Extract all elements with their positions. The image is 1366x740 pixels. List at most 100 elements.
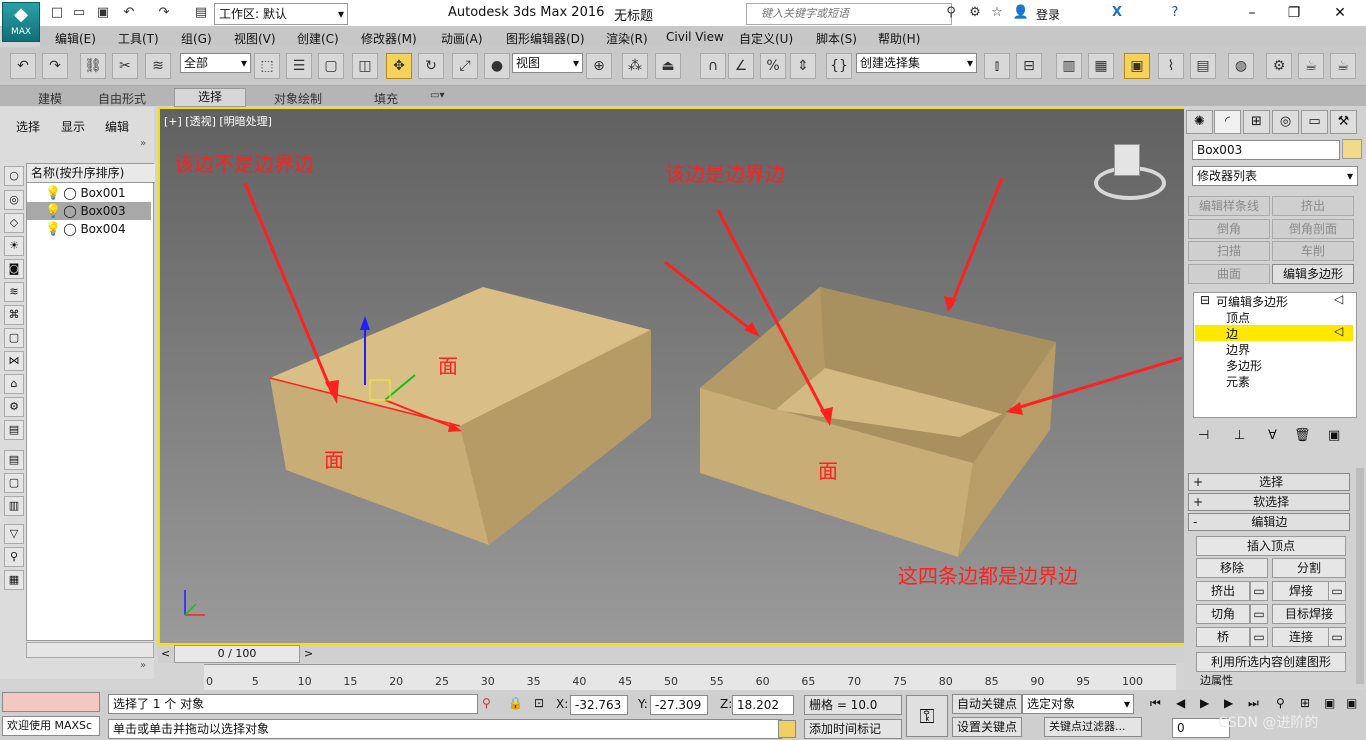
- maxscript-listener[interactable]: [2, 692, 100, 712]
- stack-vertex[interactable]: 顶点: [1226, 309, 1250, 326]
- timeline-tick-label: 45: [618, 675, 633, 688]
- collapse-icon[interactable]: ⊟: [1200, 293, 1210, 307]
- timeline-tick-label: 90: [1030, 675, 1045, 688]
- bridge-settings-icon[interactable]: ▭: [1250, 627, 1268, 647]
- chamfer-settings-icon[interactable]: ▭: [1250, 604, 1268, 624]
- split-button[interactable]: 分割: [1272, 558, 1346, 578]
- configure-modifier-sets-icon[interactable]: ▣: [1328, 428, 1340, 443]
- add-time-tag-button[interactable]: 添加时间标记: [804, 719, 902, 739]
- bridge-button[interactable]: 桥: [1196, 627, 1250, 647]
- time-prev-icon[interactable]: <: [161, 647, 170, 660]
- viewcube[interactable]: [1090, 140, 1166, 200]
- modifier-bevel-profile-button[interactable]: 倒角剖面: [1272, 219, 1354, 239]
- rollout-selection[interactable]: + 选择: [1188, 473, 1350, 491]
- time-next-icon[interactable]: >: [304, 647, 313, 660]
- set-key-button[interactable]: 设置关键点: [952, 717, 1022, 737]
- watermark: CSDN @进阶的: [1218, 715, 1319, 731]
- absolute-mode-icon[interactable]: ⊡: [534, 696, 544, 710]
- timeline-tick-label: 0: [206, 675, 213, 688]
- create-tab-icon[interactable]: ✺: [1186, 110, 1213, 134]
- x-coordinate-field[interactable]: -32.763: [570, 695, 628, 715]
- zoom-icon[interactable]: ⚲: [1276, 696, 1285, 710]
- modifier-list-dropdown[interactable]: 修改器列表 ▾: [1192, 166, 1358, 186]
- timeline-tick-label: 70: [847, 675, 862, 688]
- connect-button[interactable]: 连接: [1272, 627, 1330, 647]
- utilities-tab-icon[interactable]: ⚒: [1330, 110, 1357, 134]
- zoom-all-icon[interactable]: ⊞: [1300, 696, 1310, 710]
- connect-settings-icon[interactable]: ▭: [1328, 627, 1346, 647]
- stack-element[interactable]: 元素: [1226, 373, 1250, 390]
- remove-button[interactable]: 移除: [1196, 558, 1268, 578]
- x-label: X:: [556, 697, 569, 711]
- y-coordinate-field[interactable]: -27.309: [650, 695, 708, 715]
- annotation-arrow: [243, 182, 335, 396]
- extrude-button[interactable]: 挤出: [1196, 581, 1250, 601]
- display-tab-icon[interactable]: ▭: [1301, 110, 1328, 134]
- timeline-tick-label: 15: [343, 675, 358, 688]
- annotation-arrowhead: [744, 322, 760, 337]
- object-color-swatch[interactable]: [1342, 139, 1362, 159]
- show-end-result-icon[interactable]: ⊥: [1234, 428, 1245, 443]
- time-slider[interactable]: 0 / 100: [174, 645, 300, 663]
- modifier-lathe-button[interactable]: 车削: [1272, 241, 1354, 261]
- next-frame-icon[interactable]: ▶: [1224, 696, 1233, 710]
- modifier-edit-spline-button[interactable]: 编辑样条线: [1188, 196, 1270, 216]
- isolate-selection-icon[interactable]: ⚲: [482, 696, 491, 710]
- go-to-end-icon[interactable]: ⏭: [1248, 696, 1259, 711]
- rollout-label: 软选择: [1253, 495, 1290, 509]
- time-tag-icon[interactable]: [778, 720, 796, 738]
- previous-frame-icon[interactable]: ◀: [1176, 696, 1185, 710]
- pin-stack-icon[interactable]: ⊣: [1198, 428, 1209, 443]
- object-name-field[interactable]: Box003: [1192, 140, 1340, 160]
- timeline-tick-label: 80: [938, 675, 953, 688]
- play-icon[interactable]: ▶: [1200, 696, 1209, 710]
- extrude-settings-icon[interactable]: ▭: [1250, 581, 1268, 601]
- auto-key-button[interactable]: 自动关键点: [952, 694, 1022, 714]
- motion-tab-icon[interactable]: ◎: [1272, 110, 1299, 134]
- annotation-not-border: 该边不是边界边: [174, 152, 314, 176]
- modifier-sweep-button[interactable]: 扫描: [1188, 241, 1270, 261]
- modify-tab-icon[interactable]: ◜: [1214, 110, 1241, 134]
- zoom-extents-icon[interactable]: ▣: [1324, 696, 1335, 710]
- weld-settings-icon[interactable]: ▭: [1328, 581, 1346, 601]
- insert-vertex-button[interactable]: 插入顶点: [1196, 536, 1346, 556]
- pin-triangle-icon: ◁: [1334, 292, 1344, 306]
- z-coordinate-field[interactable]: 18.202: [732, 695, 794, 715]
- timeline-tick-label: 25: [435, 675, 449, 688]
- timeline-tick-label: 75: [893, 675, 907, 688]
- annotation-face: 面: [438, 354, 458, 378]
- rollout-soft-selection[interactable]: + 软选择: [1188, 493, 1350, 511]
- modifier-extrude-button[interactable]: 挤出: [1272, 196, 1354, 216]
- hierarchy-tab-icon[interactable]: ⊞: [1243, 110, 1270, 134]
- key-selection-dropdown[interactable]: 选定对象 ▾: [1022, 694, 1134, 714]
- create-shape-button[interactable]: 利用所选内容创建图形: [1196, 652, 1346, 672]
- modifier-stack: [1193, 292, 1357, 418]
- axis-tripod-y: [184, 603, 197, 616]
- timeline-tick-label: 40: [572, 675, 587, 688]
- key-filters-button[interactable]: 关键点过滤器...: [1044, 717, 1142, 737]
- selection-lock-icon[interactable]: 🔒: [508, 696, 523, 710]
- rollout-edit-edges[interactable]: - 编辑边: [1188, 513, 1350, 531]
- command-panel-scrollbar[interactable]: [1356, 468, 1364, 684]
- stack-border[interactable]: 边界: [1226, 341, 1250, 358]
- modifier-bevel-button[interactable]: 倒角: [1188, 219, 1270, 239]
- maxscript-mini-listener[interactable]: 欢迎使用 MAXSc: [2, 716, 100, 736]
- stack-edge[interactable]: 边: [1226, 325, 1238, 342]
- go-to-start-icon[interactable]: ⏮: [1150, 696, 1161, 711]
- scene-geometry: [184, 177, 1183, 616]
- remove-modifier-icon[interactable]: 🗑: [1294, 428, 1311, 443]
- stack-editable-poly[interactable]: 可编辑多边形: [1216, 293, 1288, 310]
- chamfer-button[interactable]: 切角: [1196, 604, 1250, 624]
- timeline-tick-label: 30: [480, 675, 495, 688]
- set-key-icon[interactable]: ⚿: [906, 695, 948, 737]
- modifier-list-label: 修改器列表: [1197, 169, 1258, 183]
- modifier-edit-poly-button[interactable]: 编辑多边形: [1272, 264, 1354, 284]
- modifier-surface-button[interactable]: 曲面: [1188, 264, 1270, 284]
- target-weld-button[interactable]: 目标焊接: [1272, 604, 1346, 624]
- stack-polygon[interactable]: 多边形: [1226, 357, 1262, 374]
- key-selection-label: 选定对象: [1027, 697, 1076, 711]
- make-unique-icon[interactable]: ∀: [1268, 428, 1277, 443]
- timeline-tick-label: 10: [297, 675, 312, 688]
- weld-button[interactable]: 焊接: [1272, 581, 1330, 601]
- zoom-extents-all-icon[interactable]: ▣: [1346, 696, 1357, 710]
